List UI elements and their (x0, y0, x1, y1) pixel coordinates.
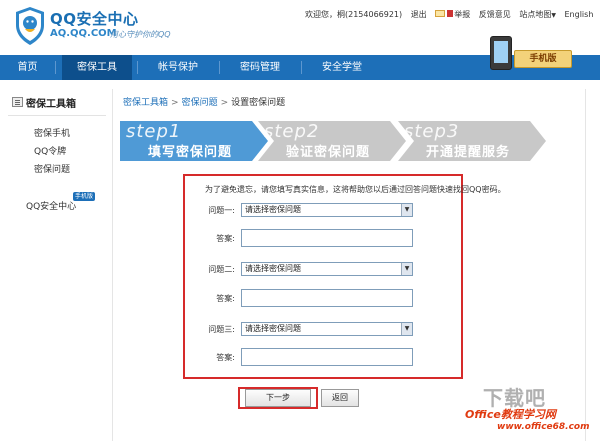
step-2-en: step2 (264, 121, 320, 142)
site-slogan: 用心守护你的QQ (110, 30, 171, 39)
phone-icon (490, 36, 512, 70)
breadcrumb-separator: > (171, 98, 179, 108)
chevron-down-icon[interactable]: ▼ (401, 323, 412, 335)
feedback-link[interactable]: 反馈意见 (479, 10, 511, 19)
question-2-select-value: 请选择密保问题 (245, 264, 301, 273)
qq-shield-logo-icon[interactable] (14, 6, 46, 46)
step-1-cn: 填写密保问题 (148, 145, 233, 160)
nav-home[interactable]: 首页 (0, 55, 55, 80)
question-1-select-value: 请选择密保问题 (245, 205, 301, 214)
report-label: 举报 (454, 10, 471, 19)
breadcrumb-security-questions[interactable]: 密保问题 (182, 98, 218, 108)
sidebar: 密保工具箱 密保手机 QQ令牌 密保问题 QQ安全中心 手机版 (8, 89, 106, 439)
mobile-badge: 手机版 (73, 192, 96, 201)
flag-icon (447, 10, 454, 17)
answer-2-input[interactable] (241, 289, 413, 307)
watermark-logo: Office教程学习网 (465, 408, 556, 421)
site-domain: AQ.QQ.COM (50, 28, 117, 39)
top-links: 欢迎您，桐(2154066921) 退出 举报 反馈意见 站点地图▼ Engli… (305, 9, 599, 20)
nav-divider (55, 61, 56, 74)
mobile-version-label: 手机版 (514, 50, 572, 68)
sidebar-heading: 密保工具箱 (8, 95, 106, 111)
question-3-select[interactable]: 请选择密保问题 ▼ (241, 322, 413, 336)
nav-password-management[interactable]: 密码管理 (219, 55, 301, 80)
chevron-down-icon[interactable]: ▼ (401, 263, 412, 275)
mobile-version-badge[interactable]: 手机版 (484, 36, 576, 70)
step-1: step1 填写密保问题 (120, 121, 268, 161)
sidebar-item-qq-security-center[interactable]: QQ安全中心 (26, 199, 76, 212)
site-title[interactable]: QQ安全中心 (50, 8, 139, 29)
mail-icon (435, 10, 446, 17)
sidebar-divider (8, 115, 106, 116)
english-link[interactable]: English (565, 10, 594, 19)
answer-3-input[interactable] (241, 348, 413, 366)
breadcrumb-toolbox[interactable]: 密保工具箱 (123, 98, 168, 108)
step-3-cn: 开通提醒服务 (426, 145, 511, 160)
caret-down-icon: ▼ (551, 12, 556, 19)
answer-3-label: 答案: (216, 353, 235, 362)
answer-1-label: 答案: (216, 234, 235, 243)
report-link[interactable]: 举报 (435, 10, 470, 19)
step-1-en: step1 (126, 121, 182, 142)
sidebar-heading-label: 密保工具箱 (26, 99, 76, 110)
toolbox-icon (12, 97, 23, 107)
nav-account-protection[interactable]: 帐号保护 (137, 55, 219, 80)
step-2: step2 验证密保问题 (258, 121, 406, 161)
answer-2-label: 答案: (216, 294, 235, 303)
breadcrumb: 密保工具箱 > 密保问题 > 设置密保问题 (123, 95, 285, 108)
answer-1-input[interactable] (241, 229, 413, 247)
question-3-select-value: 请选择密保问题 (245, 324, 301, 333)
step-3: step3 开通提醒服务 (398, 121, 546, 161)
question-1-label: 问题一: (208, 206, 235, 215)
step-3-en: step3 (404, 121, 460, 142)
sitemap-link[interactable]: 站点地图▼ (519, 10, 556, 19)
sidebar-item-security-questions[interactable]: 密保问题 (34, 162, 70, 175)
logout-link[interactable]: 退出 (411, 10, 427, 19)
back-button[interactable]: 返回 (321, 389, 359, 407)
security-question-form: 为了避免遗忘，请您填写真实信息，这将帮助您以后通过回答问题快速找回QQ密码。 问… (183, 174, 506, 379)
sitemap-label: 站点地图 (519, 10, 552, 19)
next-button[interactable]: 下一步 (245, 389, 311, 407)
step-indicator: step1 填写密保问题 step2 验证密保问题 step3 开通提醒服务 (120, 121, 550, 161)
question-2-select[interactable]: 请选择密保问题 ▼ (241, 262, 413, 276)
question-2-label: 问题二: (208, 265, 235, 274)
nav-security-tools[interactable]: 密保工具 (62, 55, 132, 80)
question-3-label: 问题三: (208, 325, 235, 334)
chevron-down-icon[interactable]: ▼ (401, 204, 412, 216)
breadcrumb-current: 设置密保问题 (231, 98, 286, 108)
breadcrumb-separator: > (220, 98, 229, 108)
form-tip: 为了避免遗忘，请您填写真实信息，这将帮助您以后通过回答问题快速找回QQ密码。 (205, 185, 506, 194)
question-1-select[interactable]: 请选择密保问题 ▼ (241, 203, 413, 217)
sidebar-item-qq-token[interactable]: QQ令牌 (34, 144, 66, 157)
welcome-text: 欢迎您，桐(2154066921) (305, 10, 403, 19)
watermark-url: www.office68.com (497, 422, 590, 432)
sidebar-item-security-phone[interactable]: 密保手机 (34, 126, 70, 139)
nav-security-school[interactable]: 安全学堂 (301, 55, 383, 80)
step-2-cn: 验证密保问题 (286, 145, 371, 160)
